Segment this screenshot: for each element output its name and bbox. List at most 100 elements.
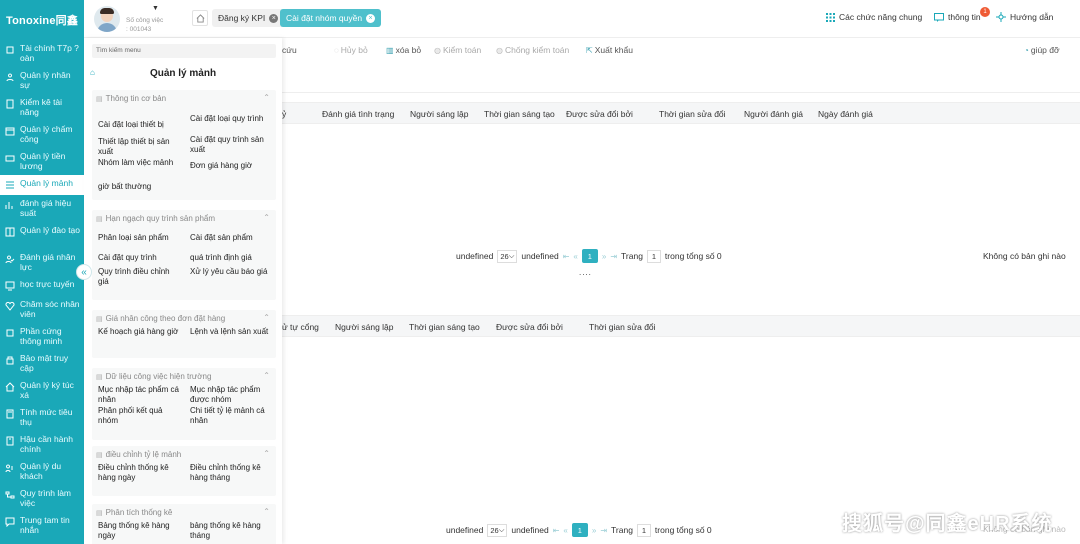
next-page-icon[interactable]: » [602, 252, 606, 261]
page-input[interactable]: 1 [636, 523, 651, 537]
tab-kpi-registration[interactable]: Đăng ký KPI × [212, 9, 285, 27]
menu-item[interactable]: Quy trình điều chỉnh giá [98, 267, 182, 287]
sidebar-item[interactable]: Phần cứng thông minh [0, 323, 84, 350]
last-page-icon[interactable]: ⇥ [610, 252, 617, 261]
sidebar-item-label: Quy trình làm việc [20, 488, 72, 508]
menu-item[interactable]: Chi tiết tỷ lệ mảnh cá nhân [190, 406, 274, 426]
next-page-icon[interactable]: » [592, 526, 596, 535]
sidebar-item[interactable]: Kiểm kê tài năng [0, 94, 84, 121]
help-button[interactable]: ◔ giúp đỡ [1024, 45, 1060, 55]
menu-item[interactable]: Thiết lập thiết bị sản xuất [98, 137, 182, 157]
sidebar: Tonoxine同鑫 Tài chính T7p ? oàn Quản lý nh… [0, 0, 84, 544]
menu-search-input[interactable]: Tìm kiếm menu [92, 44, 276, 58]
avatar[interactable] [94, 6, 120, 32]
menu-item[interactable]: Điều chỉnh thống kê hàng ngày [98, 463, 182, 483]
current-page-button[interactable]: 1 [581, 249, 598, 263]
sidebar-item[interactable]: Quản lý nhân sự [0, 67, 84, 94]
cancel-button[interactable]: ◌ Hủy bỏ [334, 45, 368, 55]
menu-group-header[interactable]: ▤ Giá nhân công theo đơn đặt hàng [96, 314, 225, 323]
sidebar-item[interactable]: Chăm sóc nhân viên [0, 296, 84, 323]
delete-button[interactable]: ▥ xóa bỏ [386, 45, 421, 55]
sidebar-item[interactable]: Tính mức tiêu thụ [0, 404, 84, 431]
sidebar-item[interactable]: Quản lý mảnh [0, 175, 84, 195]
sidebar-item[interactable]: Quản lý đào tạo [0, 222, 84, 249]
menu-group-header[interactable]: ▤ Hạn ngạch quy trình sản phẩm [96, 214, 215, 223]
menu-item[interactable]: Điều chỉnh thống kê hàng tháng [190, 463, 274, 483]
menu-item[interactable]: Kế hoạch giá hàng giờ [98, 327, 182, 337]
menu-item[interactable]: Đơn giá hàng giờ [190, 161, 274, 171]
menu-item[interactable]: quá trình định giá [190, 253, 274, 263]
sidebar-item[interactable]: Tài chính T7p ? oàn [0, 40, 84, 67]
sidebar-item[interactable]: Quản lý tiền lương [0, 148, 84, 175]
audit-button[interactable]: ◍ Kiểm toán [434, 45, 481, 55]
menu-item[interactable]: Mục nhập tác phẩm được nhóm [190, 385, 274, 405]
anti-audit-button[interactable]: ◍ Chống kiểm toán [496, 45, 569, 55]
last-page-icon[interactable]: ⇥ [600, 526, 607, 535]
guide-link[interactable]: Hướng dẫn [996, 12, 1053, 22]
first-page-icon[interactable]: ⇤ [553, 526, 560, 535]
home-tab[interactable] [192, 10, 208, 26]
menu-item[interactable]: Cài đặt loại quy trình [190, 114, 274, 124]
menu-item[interactable]: giờ bất thường [98, 182, 182, 192]
sidebar-item[interactable]: đánh giá hiệu suất [0, 195, 84, 222]
chevron-up-icon[interactable]: ⌃ [263, 449, 270, 458]
menu-item[interactable]: Nhóm làm việc mảnh [98, 158, 182, 168]
prev-page-icon[interactable]: « [573, 252, 577, 261]
sidebar-item[interactable]: học trực tuyến [0, 276, 84, 296]
save-button[interactable]: cứu [282, 45, 297, 55]
chevron-up-icon[interactable]: ⌃ [263, 93, 270, 102]
chevron-up-icon[interactable]: ⌃ [263, 313, 270, 322]
sidebar-item[interactable]: Bảo mật truy cập [0, 350, 84, 377]
finance-icon [4, 44, 16, 56]
sidebar-item[interactable]: Quản lý chấm công [0, 121, 84, 148]
sidebar-item[interactable]: Quy trình làm việc [0, 485, 84, 512]
chevron-up-icon[interactable]: ⌃ [263, 371, 270, 380]
close-icon[interactable]: × [269, 13, 279, 23]
menu-group-header[interactable]: ▤ điều chỉnh tỷ lệ mảnh [96, 450, 181, 459]
sidebar-item[interactable]: Quản lý ký túc xá [0, 377, 84, 404]
page-size-select[interactable]: 26 ⌵ [497, 249, 518, 263]
menu-item[interactable]: Cài đặt sản phẩm [190, 233, 274, 243]
message-icon [934, 12, 944, 22]
menu-item[interactable]: Bảng thống kê hàng ngày [98, 521, 182, 541]
menu-group-header[interactable]: ▤ Thông tin cơ bản [96, 94, 166, 103]
sidebar-item[interactable]: Quản lý du khách [0, 458, 84, 485]
common-functions-link[interactable]: Các chức năng chung [826, 12, 922, 22]
current-page-button[interactable]: 1 [571, 523, 588, 537]
menu-item[interactable]: Cài đặt quy trình sản xuất [190, 135, 274, 155]
page-size-value: 26 [490, 525, 499, 535]
menu-item[interactable]: Phân loại sản phẩm [98, 233, 182, 243]
sidebar-item-label: Đánh giá nhân lực [20, 252, 76, 272]
pagination: undefined 26 ⌵ undefined ⇤ « 1 » ⇥ Trang … [446, 523, 712, 537]
export-button[interactable]: ⇱ Xuất khẩu [586, 45, 633, 55]
prev-page-icon[interactable]: « [563, 526, 567, 535]
column-header: ỷ [282, 109, 287, 119]
user-menu-caret-icon[interactable]: ▼ [152, 5, 159, 12]
page-input[interactable]: 1 [646, 249, 661, 263]
chevron-up-icon[interactable]: ⌃ [263, 507, 270, 516]
menu-group-header[interactable]: ▤ Phân tích thống kê [96, 508, 172, 517]
chevron-up-icon[interactable]: ⌃ [263, 213, 270, 222]
menu-item[interactable]: Cài đặt quy trình [98, 253, 182, 263]
menu-group-title: Hạn ngạch quy trình sản phẩm [105, 214, 216, 223]
menu-group-header[interactable]: ▤ Dữ liệu công việc hiện trường [96, 372, 211, 381]
menu-item[interactable]: bảng thống kê hàng tháng [190, 521, 274, 541]
sidebar-item-label: Trung tam tin nhắn [20, 515, 70, 535]
sidebar-item[interactable]: Đánh giá nhân lực [0, 249, 84, 276]
menu-item[interactable]: Phân phối kết quả nhóm [98, 406, 182, 426]
close-icon[interactable]: × [366, 13, 376, 23]
more-indicator[interactable]: .... [579, 268, 592, 277]
help-icon: ◔ [1024, 45, 1029, 55]
tab-permission-group-settings[interactable]: Cài đặt nhóm quyền × [280, 9, 382, 27]
menu-item[interactable]: Xử lý yêu cầu báo giá [190, 267, 274, 277]
menu-item[interactable]: Cài đặt loại thiết bị [98, 120, 182, 130]
sidebar-item[interactable]: Hậu cần hành chính [0, 431, 84, 458]
menu-item[interactable]: Lệnh và lệnh sản xuất [190, 327, 274, 337]
notifications-link[interactable]: thông tin 1 [934, 7, 990, 22]
menu-item[interactable]: Mục nhập tác phẩm cá nhân [98, 385, 182, 405]
first-page-icon[interactable]: ⇤ [563, 252, 570, 261]
column-header: Thời gian sửa đổi [659, 109, 726, 119]
page-size-select[interactable]: 26 ⌵ [487, 523, 508, 537]
collapse-sidebar-button[interactable]: « [76, 264, 92, 280]
sidebar-item[interactable]: Trung tam tin nhắn [0, 512, 84, 539]
